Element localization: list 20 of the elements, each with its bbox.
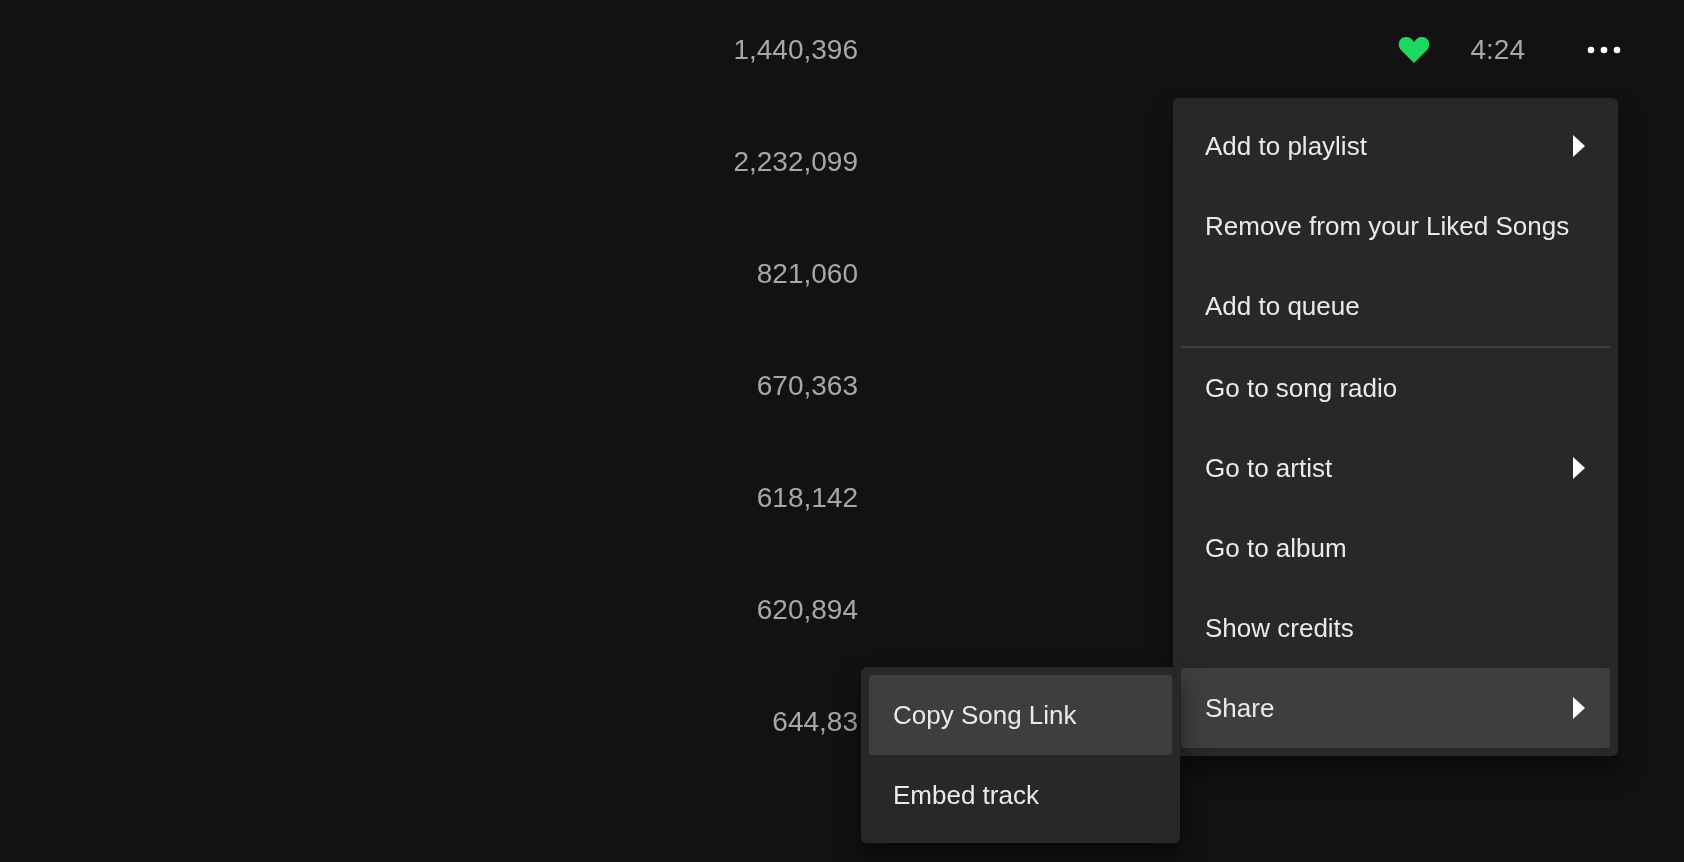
heart-icon[interactable] — [1398, 36, 1430, 64]
play-count: 644,83 — [771, 706, 858, 738]
menu-item[interactable]: Go to album — [1181, 508, 1610, 588]
menu-item[interactable]: Go to artist — [1181, 428, 1610, 508]
menu-item[interactable]: Show credits — [1181, 588, 1610, 668]
play-count: 821,060 — [755, 258, 858, 290]
menu-item[interactable]: Copy Song Link — [869, 675, 1172, 755]
menu-item[interactable]: Share — [1181, 668, 1610, 748]
menu-item[interactable]: Add to playlist — [1181, 106, 1610, 186]
play-count: 670,363 — [755, 370, 858, 402]
play-count: 618,142 — [755, 482, 858, 514]
track-duration: 4:24 — [1469, 34, 1525, 66]
menu-item[interactable]: Remove from your Liked Songs — [1181, 186, 1610, 266]
menu-item[interactable]: Embed track — [869, 755, 1172, 835]
play-count: 2,232,099 — [732, 146, 858, 178]
menu-item[interactable]: Go to song radio — [1181, 348, 1610, 428]
menu-item[interactable]: Add to queue — [1181, 266, 1610, 346]
play-count: 620,894 — [755, 594, 858, 626]
more-options-icon[interactable] — [1587, 46, 1621, 54]
play-count: 1,440,396 — [732, 34, 858, 66]
